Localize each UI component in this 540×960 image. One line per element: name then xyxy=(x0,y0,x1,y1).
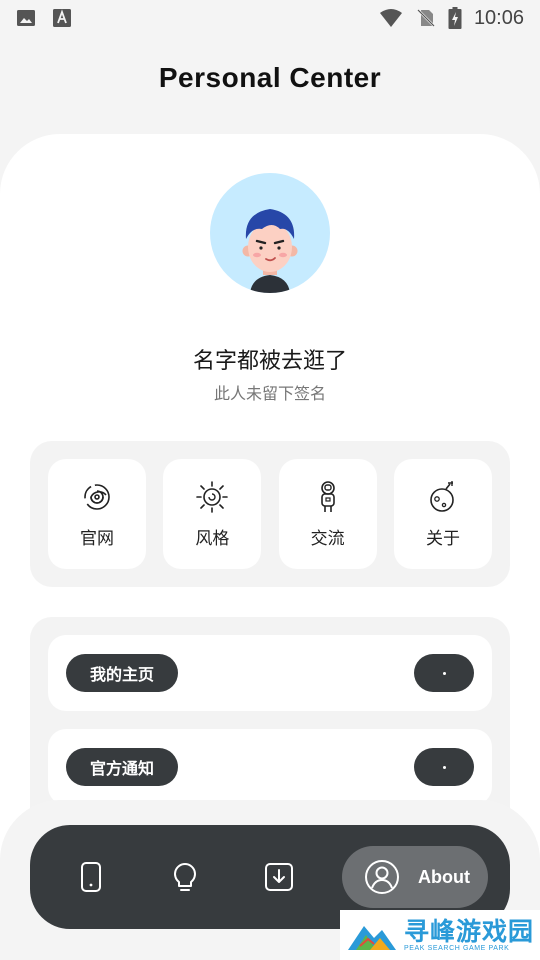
shortcut-panel: 官网 风格 交流 关于 xyxy=(30,441,510,587)
menu-list: 我的主页 官方通知 xyxy=(30,617,510,817)
user-circle-icon xyxy=(365,860,400,894)
status-time: 10:06 xyxy=(473,6,524,29)
notice-more-button[interactable] xyxy=(414,748,474,786)
nav-item-download[interactable] xyxy=(248,845,310,909)
mountain-logo-icon xyxy=(348,926,396,950)
font-a-icon xyxy=(53,9,71,27)
dot-icon xyxy=(442,765,446,769)
homepage-more-button[interactable] xyxy=(414,654,474,692)
shortcut-community[interactable]: 交流 xyxy=(278,459,377,569)
image-icon xyxy=(17,10,35,26)
list-item-notice[interactable]: 官方通知 xyxy=(48,729,492,805)
avatar-icon xyxy=(242,209,298,293)
page-title: Personal Center xyxy=(158,62,382,93)
spiral-icon xyxy=(84,483,110,510)
avatar[interactable] xyxy=(210,173,330,293)
shortcut-label: 交流 xyxy=(310,528,345,548)
shortcut-about[interactable]: 关于 xyxy=(393,459,492,569)
phone-icon xyxy=(81,862,101,892)
notice-button[interactable]: 官方通知 xyxy=(66,748,179,786)
nav-item-about[interactable]: About xyxy=(342,846,488,908)
battery-charging-icon xyxy=(448,7,462,29)
no-sim-icon xyxy=(417,9,435,27)
lightbulb-icon xyxy=(174,863,196,891)
nav-item-home[interactable] xyxy=(60,845,122,909)
watermark-subtitle: PEAK SEARCH GAME PARK xyxy=(404,944,510,952)
watermark-title: 寻峰游戏园 xyxy=(404,917,535,946)
sun-swirl-icon xyxy=(196,480,229,513)
shortcut-label: 风格 xyxy=(195,528,230,548)
homepage-button[interactable]: 我的主页 xyxy=(66,654,179,692)
wifi-icon xyxy=(379,9,402,27)
nav-item-ideas[interactable] xyxy=(154,845,216,909)
watermark: 寻峰游戏园 PEAK SEARCH GAME PARK xyxy=(340,910,540,960)
shortcut-website[interactable]: 官网 xyxy=(48,459,146,569)
shortcut-label: 关于 xyxy=(425,528,460,548)
status-bar: 10:06 xyxy=(0,0,540,36)
shortcut-style[interactable]: 风格 xyxy=(163,459,262,569)
astronaut-icon xyxy=(320,480,335,512)
shortcut-label: 官网 xyxy=(80,528,114,548)
bomb-icon xyxy=(430,480,454,512)
user-name: 名字都被去逛了 xyxy=(192,348,347,373)
list-item-homepage[interactable]: 我的主页 xyxy=(48,635,492,711)
dot-icon xyxy=(442,671,446,675)
download-icon xyxy=(265,863,293,891)
user-signature: 此人未留下签名 xyxy=(213,386,326,403)
nav-about-label: About xyxy=(418,866,470,887)
